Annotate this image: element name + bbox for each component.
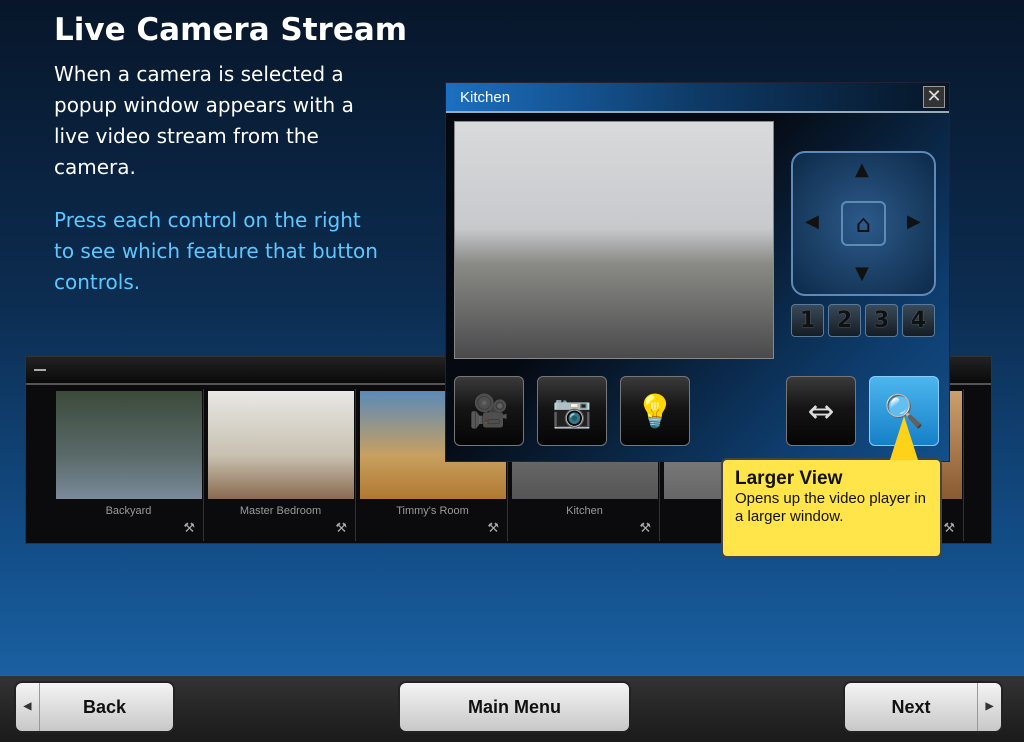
preset-4-button[interactable]: 4 [902, 304, 935, 337]
wrench-icon[interactable]: ⚒ [943, 521, 955, 536]
home-button[interactable]: ⌂ [841, 201, 886, 246]
camera-label: Master Bedroom [239, 505, 322, 517]
pan-down-button[interactable]: ▼ [855, 263, 869, 284]
preset-3-button[interactable]: 3 [865, 304, 898, 337]
lightbulb-icon: 💡 [635, 392, 675, 430]
back-label: Back [82, 697, 127, 717]
snapshot-button[interactable]: 📷 [537, 376, 607, 446]
live-video-stream [454, 121, 774, 359]
ptz-dpad: ▲ ▼ ◀ ▶ ⌂ [791, 151, 936, 296]
camera-label: Timmy's Room [396, 505, 469, 517]
preset-1-button[interactable]: 1 [791, 304, 824, 337]
left-arrow-icon: ◀ [16, 683, 40, 731]
home-icon: ⌂ [855, 210, 872, 238]
camera-thumb[interactable]: Backyard ⚒ [54, 389, 204, 541]
preset-2-button[interactable]: 2 [828, 304, 861, 337]
main-menu-button[interactable]: Main Menu [398, 681, 631, 733]
popup-title: Kitchen [460, 89, 511, 106]
popup-titlebar: Kitchen ✕ [446, 83, 949, 113]
next-label: Next [891, 697, 931, 717]
pan-toggle-button[interactable]: ⇔ [786, 376, 856, 446]
camera-thumb[interactable]: Master Bedroom ⚒ [206, 389, 356, 541]
tooltip-text: Opens up the video player in a larger wi… [735, 490, 926, 525]
wrench-icon[interactable]: ⚒ [183, 521, 195, 536]
video-camera-icon: 🎥 [469, 392, 509, 430]
right-arrow-icon: ▶ [977, 683, 1001, 731]
camera-popup: Kitchen ✕ ▲ ▼ ◀ ▶ ⌂ 1 2 3 4 🎥 📷 💡 ⇔ 🔍 [445, 82, 950, 462]
intro-text: When a camera is selected a popup window… [54, 62, 354, 179]
wrench-icon[interactable]: ⚒ [639, 521, 651, 536]
light-button[interactable]: 💡 [620, 376, 690, 446]
tooltip-title: Larger View [735, 468, 843, 489]
wrench-icon[interactable]: ⚒ [335, 521, 347, 536]
thumbnail-image [208, 391, 354, 499]
instruction-text: Press each control on the right to see w… [54, 208, 378, 294]
pan-right-button[interactable]: ▶ [907, 211, 921, 232]
pan-left-button[interactable]: ◀ [805, 211, 819, 232]
thumbnail-image [56, 391, 202, 499]
camera-label: Backyard [105, 505, 152, 517]
horizontal-arrows-icon: ⇔ [807, 392, 835, 430]
next-button[interactable]: Next ▶ [843, 681, 1003, 733]
wrench-icon[interactable]: ⚒ [487, 521, 499, 536]
camera-label: Kitchen [566, 505, 603, 517]
page-title: Live Camera Stream [54, 12, 408, 48]
pan-up-button[interactable]: ▲ [855, 159, 869, 180]
navigation-bar: ◀ Back Main Menu Next ▶ [0, 675, 1024, 742]
close-button[interactable]: ✕ [923, 86, 945, 108]
record-video-button[interactable]: 🎥 [454, 376, 524, 446]
back-button[interactable]: ◀ Back [14, 681, 175, 733]
camera-icon: 📷 [552, 392, 592, 430]
larger-view-tooltip: Larger View Opens up the video player in… [721, 416, 942, 558]
minimize-icon[interactable] [34, 369, 46, 371]
